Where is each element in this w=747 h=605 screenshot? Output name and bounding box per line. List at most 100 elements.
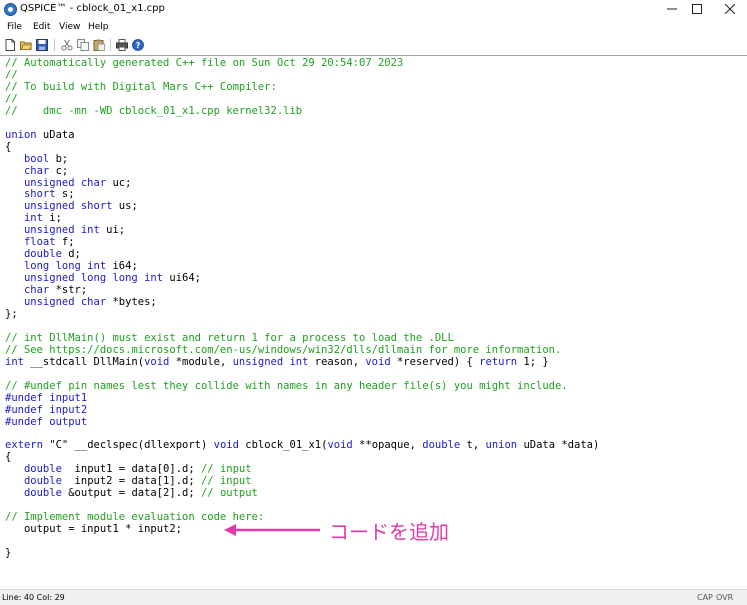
- code-line: // Implement module evaluation code here…: [5, 511, 264, 523]
- new-file-icon[interactable]: [4, 39, 16, 51]
- code-text: reason,: [308, 355, 366, 368]
- code-keyword: short: [23, 188, 56, 201]
- code-keyword: #undef input1: [5, 391, 88, 404]
- code-line: int i;: [5, 212, 62, 224]
- code-line: char *str;: [5, 284, 87, 296]
- code-keyword: int: [23, 212, 43, 225]
- code-line: double &output = data[2].d; // output: [5, 487, 258, 499]
- code-editor[interactable]: // Automatically generated C++ file on S…: [0, 56, 747, 589]
- code-keyword: return: [479, 355, 518, 368]
- code-text: }: [5, 546, 12, 559]
- code-text: b;: [49, 152, 69, 165]
- code-keyword: double: [23, 463, 62, 476]
- code-comment: // input: [200, 475, 252, 488]
- code-line: float f;: [5, 236, 75, 248]
- code-keyword: float: [23, 236, 56, 249]
- code-line: char c;: [5, 165, 68, 177]
- code-text: {: [5, 140, 12, 153]
- code-line: }: [5, 547, 11, 559]
- code-line: unsigned long long int ui64;: [5, 272, 201, 284]
- code-text: *str;: [49, 284, 88, 297]
- code-keyword: #undef input2: [5, 403, 88, 416]
- maximize-icon: [692, 4, 702, 14]
- code-line: long long int i64;: [5, 260, 138, 272]
- code-keyword: double: [23, 248, 62, 261]
- annotation-arrow-icon: [224, 524, 320, 536]
- code-text: c;: [49, 164, 69, 177]
- code-comment: // To build with Digital Mars C++ Compil…: [5, 80, 277, 93]
- code-keyword: bool: [23, 152, 50, 165]
- menu-help[interactable]: Help: [88, 22, 109, 32]
- code-text: *module,: [169, 355, 233, 368]
- code-text: uData *data): [517, 439, 600, 452]
- code-keyword: double: [422, 439, 461, 452]
- code-text: 1; }: [517, 355, 549, 368]
- code-keyword: long long int: [23, 260, 107, 273]
- open-folder-icon[interactable]: [20, 39, 32, 51]
- code-line: bool b;: [5, 153, 68, 165]
- code-comment: // int DllMain() must exist and return 1…: [5, 331, 454, 344]
- close-icon: [725, 4, 735, 14]
- code-line: {: [5, 141, 11, 153]
- minimize-icon: [667, 8, 677, 10]
- code-keyword: union: [5, 128, 37, 141]
- code-comment: // Automatically generated C++ file on S…: [5, 57, 404, 69]
- maximize-button[interactable]: [682, 0, 712, 18]
- code-keyword: void: [327, 439, 353, 452]
- code-text: &output = data[2].d;: [61, 487, 201, 500]
- code-comment: //: [5, 92, 18, 105]
- copy-icon[interactable]: [77, 39, 89, 51]
- code-text: uc;: [106, 176, 132, 189]
- code-text: ui;: [99, 224, 126, 237]
- code-line: // #undef pin names lest they collide wi…: [5, 380, 568, 392]
- code-line: output = input1 * input2;: [5, 523, 182, 535]
- code-text: "C" __declspec(dllexport): [42, 439, 214, 452]
- code-comment: //: [5, 68, 18, 81]
- code-text: s;: [55, 188, 75, 201]
- menu-bar: File Edit View Help: [0, 21, 747, 35]
- menu-edit[interactable]: Edit: [33, 22, 50, 32]
- code-keyword: void: [213, 439, 239, 452]
- code-line: #undef input1: [5, 392, 87, 404]
- paste-icon[interactable]: [93, 39, 105, 51]
- code-keyword: unsigned short: [23, 200, 113, 213]
- save-icon[interactable]: [36, 39, 48, 51]
- code-text: t,: [460, 439, 486, 452]
- code-line: union uData: [5, 129, 75, 141]
- code-text: input2 = data[1].d;: [61, 475, 201, 488]
- menu-file[interactable]: File: [7, 22, 22, 32]
- code-keyword: double: [23, 475, 62, 488]
- code-line: // See https://docs.microsoft.com/en-us/…: [5, 344, 561, 356]
- svg-text:?: ?: [136, 41, 141, 50]
- code-keyword: unsigned char: [23, 176, 107, 189]
- overwrite-indicator: OVR: [716, 593, 734, 602]
- code-comment: // input: [200, 463, 252, 476]
- code-comment: // Implement module evaluation code here…: [5, 511, 265, 524]
- menu-view[interactable]: View: [59, 22, 80, 32]
- code-keyword: void: [144, 355, 170, 368]
- code-keyword: char: [23, 284, 50, 297]
- toolbar-separator: [110, 39, 111, 51]
- code-text: uData: [36, 128, 75, 141]
- cut-icon[interactable]: [61, 39, 73, 51]
- print-icon[interactable]: [116, 39, 128, 51]
- help-icon[interactable]: ?: [132, 39, 144, 51]
- code-line: short s;: [5, 188, 75, 200]
- close-button[interactable]: [715, 0, 745, 18]
- code-line: };: [5, 308, 18, 320]
- code-text: us;: [112, 200, 138, 213]
- code-text: };: [5, 307, 18, 320]
